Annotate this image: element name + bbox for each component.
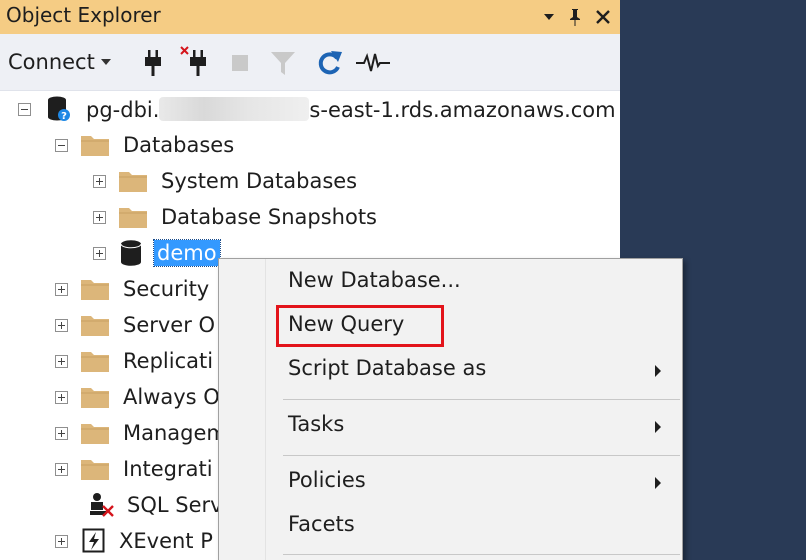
connect-button[interactable]: Connect: [8, 48, 111, 76]
folder-icon: [119, 208, 147, 228]
expand-toggle[interactable]: [93, 210, 106, 224]
tree-node-database-snapshots[interactable]: Database Snapshots: [93, 200, 380, 234]
new-query-highlight: [276, 305, 444, 347]
object-explorer-toolbar: Connect: [0, 34, 620, 91]
tree-node-server[interactable]: ? pg-dbi. s-east-1.rds.amazonaws.com: [18, 92, 619, 126]
tree-node-xevent-profiler[interactable]: XEvent P: [55, 524, 216, 558]
expand-toggle[interactable]: [55, 390, 68, 404]
menu-item-facets[interactable]: Facets: [266, 506, 680, 546]
tree-node-replication[interactable]: Replicati: [55, 344, 216, 378]
expand-toggle[interactable]: [55, 282, 68, 296]
menu-item-label: Script Database as: [288, 356, 487, 380]
menu-item-label: New Database...: [288, 268, 461, 292]
folder-icon: [81, 424, 109, 444]
sql-server-agent-label: SQL Serv: [127, 493, 223, 517]
tree-node-always-on[interactable]: Always O: [55, 380, 223, 414]
menu-separator: [283, 455, 680, 456]
folder-icon: [119, 172, 147, 192]
tree-node-databases[interactable]: Databases: [55, 128, 237, 162]
menu-item-policies[interactable]: Policies: [266, 462, 680, 502]
tree-node-server-objects[interactable]: Server O: [55, 308, 218, 342]
refresh-icon[interactable]: [316, 48, 344, 78]
server-label-prefix: pg-dbi.: [86, 97, 160, 122]
collapse-toggle[interactable]: [18, 102, 31, 116]
menu-item-label: Tasks: [288, 412, 345, 436]
menu-separator: [283, 554, 680, 555]
management-label: Managem: [123, 421, 227, 445]
menu-item-script-database-as[interactable]: Script Database as: [266, 350, 680, 390]
demo-label: demo: [153, 239, 221, 267]
redacted-text: [159, 96, 310, 121]
connect-plug-icon[interactable]: [142, 50, 164, 76]
context-menu: New Database... New Query Script Databas…: [218, 258, 683, 560]
submenu-arrow-icon: [655, 421, 661, 433]
folder-icon: [81, 460, 109, 480]
expand-toggle[interactable]: [55, 318, 68, 332]
menu-separator: [283, 399, 680, 400]
database-snapshots-label: Database Snapshots: [161, 205, 377, 229]
svg-text:?: ?: [61, 111, 67, 122]
panel-title: Object Explorer: [6, 3, 161, 27]
database-icon: [120, 240, 142, 266]
expand-toggle[interactable]: [55, 534, 68, 548]
folder-icon: [81, 316, 109, 336]
expand-toggle[interactable]: [55, 354, 68, 368]
tree-node-demo[interactable]: demo: [93, 236, 221, 270]
tree-node-sql-server-agent[interactable]: SQL Serv: [55, 488, 226, 522]
pin-icon[interactable]: [568, 7, 582, 27]
submenu-arrow-icon: [655, 477, 661, 489]
system-databases-label: System Databases: [161, 169, 358, 193]
tree-node-integration-services[interactable]: Integrati: [55, 452, 216, 486]
server-objects-label: Server O: [123, 313, 216, 337]
close-icon[interactable]: [594, 8, 612, 26]
security-label: Security: [123, 277, 210, 301]
dropdown-arrow-icon[interactable]: [542, 10, 556, 24]
menu-gutter: [219, 259, 266, 560]
disconnect-plug-icon[interactable]: [180, 46, 210, 76]
replication-label: Replicati: [123, 349, 214, 373]
always-on-label: Always O: [123, 385, 220, 409]
activity-monitor-icon[interactable]: [356, 52, 390, 74]
object-explorer-titlebar: Object Explorer: [0, 0, 620, 34]
collapse-toggle[interactable]: [55, 138, 68, 152]
menu-item-label: Policies: [288, 468, 366, 492]
databases-label: Databases: [123, 133, 235, 157]
server-label-suffix: s-east-1.rds.amazonaws.com: [309, 97, 616, 122]
submenu-arrow-icon: [655, 365, 661, 377]
menu-item-label: Facets: [288, 512, 355, 536]
expand-toggle[interactable]: [55, 426, 68, 440]
menu-item-tasks[interactable]: Tasks: [266, 406, 680, 446]
folder-icon: [81, 388, 109, 408]
connect-label: Connect: [8, 50, 95, 74]
folder-icon: [81, 280, 109, 300]
integration-label: Integrati: [123, 457, 213, 481]
xevent-profiler-label: XEvent P: [119, 529, 213, 553]
expand-toggle[interactable]: [93, 246, 106, 260]
sql-agent-icon: [90, 493, 114, 517]
server-node-label: pg-dbi. s-east-1.rds.amazonaws.com: [83, 96, 619, 123]
database-server-icon: ?: [48, 96, 70, 122]
filter-icon: [271, 52, 295, 75]
stop-icon: [232, 55, 248, 71]
folder-icon: [81, 136, 109, 156]
tree-node-system-databases[interactable]: System Databases: [93, 164, 360, 198]
xevent-profiler-icon: [82, 528, 105, 553]
menu-item-new-database[interactable]: New Database...: [266, 262, 680, 302]
tree-node-management[interactable]: Managem: [55, 416, 230, 450]
tree-node-security[interactable]: Security: [55, 272, 212, 306]
folder-icon: [81, 352, 109, 372]
expand-toggle[interactable]: [93, 174, 106, 188]
chevron-down-icon: [100, 59, 111, 65]
expand-toggle[interactable]: [55, 462, 68, 476]
title-controls: [542, 0, 612, 34]
